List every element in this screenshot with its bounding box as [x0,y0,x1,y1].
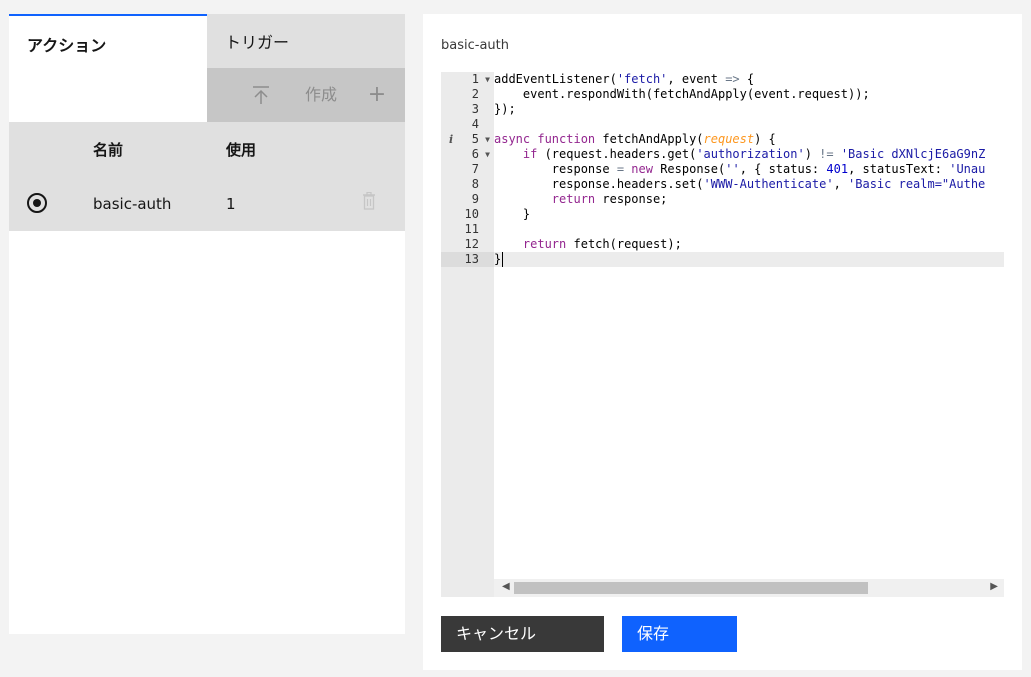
code-line: response = new Response('', { status: 40… [494,162,986,176]
line-number: 3 [471,102,479,116]
table-header: 名前 使用 [9,122,405,176]
cancel-button[interactable]: キャンセル [441,616,604,652]
tab-triggers[interactable]: トリガー [207,14,405,68]
code-line: event.respondWith(fetchAndApply(event.re… [494,87,870,101]
create-button[interactable]: 作成 [297,68,345,122]
info-icon[interactable]: i [449,132,453,147]
row-usage: 1 [226,195,236,213]
column-header-usage[interactable]: 使用 [226,139,256,160]
line-number: 4 [471,117,479,131]
code-area[interactable]: addEventListener('fetch', event => { eve… [494,72,1004,579]
action-name-title: basic-auth [441,38,509,53]
active-line-highlight [494,252,1004,267]
action-toolbar: 作成 + [207,68,405,122]
code-line: } [494,207,531,221]
scroll-left-icon[interactable]: ◀ [502,581,510,592]
line-number: 5 [471,132,479,146]
editor-gutter: 1 ▼ 2 3 4 i 5 ▼ 6 ▼ 7 8 9 10 11 12 13 [441,72,494,597]
line-number: 1 [471,72,479,86]
code-line: addEventListener('fetch', event => { [494,72,755,86]
line-number: 7 [471,162,479,176]
action-list-panel: アクション トリガー 作成 + 名前 使用 basic-auth 1 [9,14,405,634]
line-number: 11 [464,222,479,236]
tab-actions[interactable]: アクション [9,14,207,68]
code-line: return fetch(request); [522,237,682,251]
horizontal-scrollbar[interactable]: ◀ ▶ [494,579,1004,597]
line-number: 13 [464,252,479,266]
upload-icon[interactable] [249,68,273,122]
action-editor-panel: basic-auth 1 ▼ 2 3 4 i 5 ▼ 6 ▼ 7 8 9 10 11 1… [423,14,1022,670]
code-line: if (request.headers.get('authorization')… [522,147,986,161]
tab-bar: アクション トリガー [9,14,405,68]
code-line: } [494,252,502,266]
fold-arrow-icon[interactable]: ▼ [485,72,490,87]
table-row[interactable]: basic-auth 1 [9,176,405,231]
code-line: }); [494,102,516,116]
fold-arrow-icon[interactable]: ▼ [485,132,490,147]
line-number: 2 [471,87,479,101]
line-number: 9 [471,192,479,206]
fold-arrow-icon[interactable]: ▼ [485,147,490,162]
code-editor[interactable]: 1 ▼ 2 3 4 i 5 ▼ 6 ▼ 7 8 9 10 11 12 13 addEve… [441,72,1004,597]
scroll-right-icon[interactable]: ▶ [990,581,998,592]
save-button[interactable]: 保存 [622,616,737,652]
line-number: 6 [471,147,479,161]
row-radio-button[interactable] [27,193,47,213]
line-number: 10 [464,207,479,221]
code-line: response.headers.set('WWW-Authenticate',… [494,177,986,191]
trash-icon[interactable] [361,191,377,212]
row-name: basic-auth [93,195,172,213]
text-cursor [502,252,503,267]
line-number: 12 [464,237,479,251]
code-line: return response; [551,192,668,206]
scrollbar-thumb[interactable] [514,582,868,594]
code-line: async function fetchAndApply(request) { [494,132,776,146]
column-header-name: 名前 [93,141,124,159]
line-number: 8 [471,177,479,191]
add-button[interactable]: + [365,68,389,122]
